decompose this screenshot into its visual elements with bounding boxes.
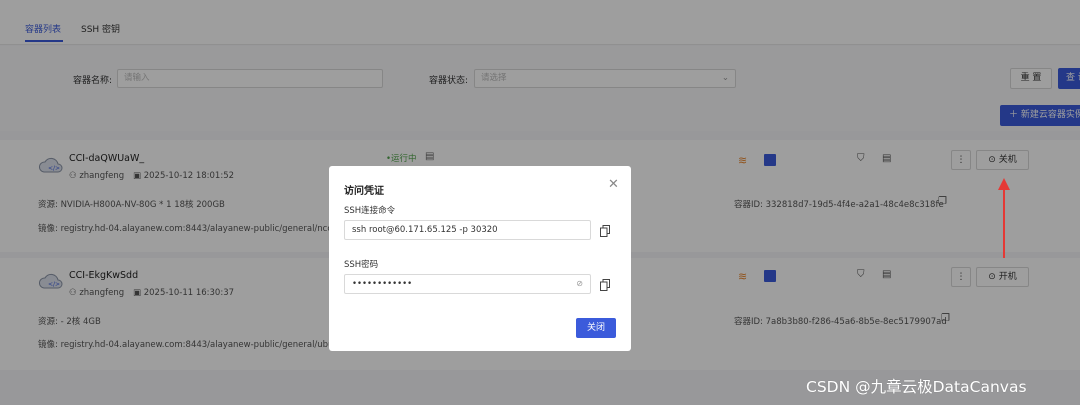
ssh-command-field[interactable]: ssh root@60.171.65.125 -p 30320 bbox=[344, 220, 591, 240]
annotation-arrow-icon bbox=[998, 178, 1010, 258]
ssh-password-value: •••••••••••• bbox=[352, 279, 413, 289]
credentials-modal: 访问凭证 ✕ SSH连接命令 ssh root@60.171.65.125 -p… bbox=[329, 166, 631, 351]
watermark: CSDN @九章云极DataCanvas bbox=[806, 378, 1027, 396]
copy-password-icon[interactable] bbox=[600, 279, 610, 291]
modal-title: 访问凭证 bbox=[344, 186, 384, 197]
ssh-password-label: SSH密码 bbox=[344, 260, 379, 270]
close-icon[interactable]: ✕ bbox=[608, 177, 619, 192]
close-modal-button[interactable]: 关闭 bbox=[576, 318, 616, 338]
ssh-command-label: SSH连接命令 bbox=[344, 206, 396, 216]
ssh-password-field[interactable]: •••••••••••• ⊘ bbox=[344, 274, 591, 294]
eye-hidden-icon[interactable]: ⊘ bbox=[576, 275, 583, 293]
copy-command-icon[interactable] bbox=[600, 225, 610, 237]
page: 容器列表 SSH 密钥 容器名称: 请输入 容器状态: 请选择 ⌄ 重 置 查 … bbox=[0, 0, 1080, 405]
